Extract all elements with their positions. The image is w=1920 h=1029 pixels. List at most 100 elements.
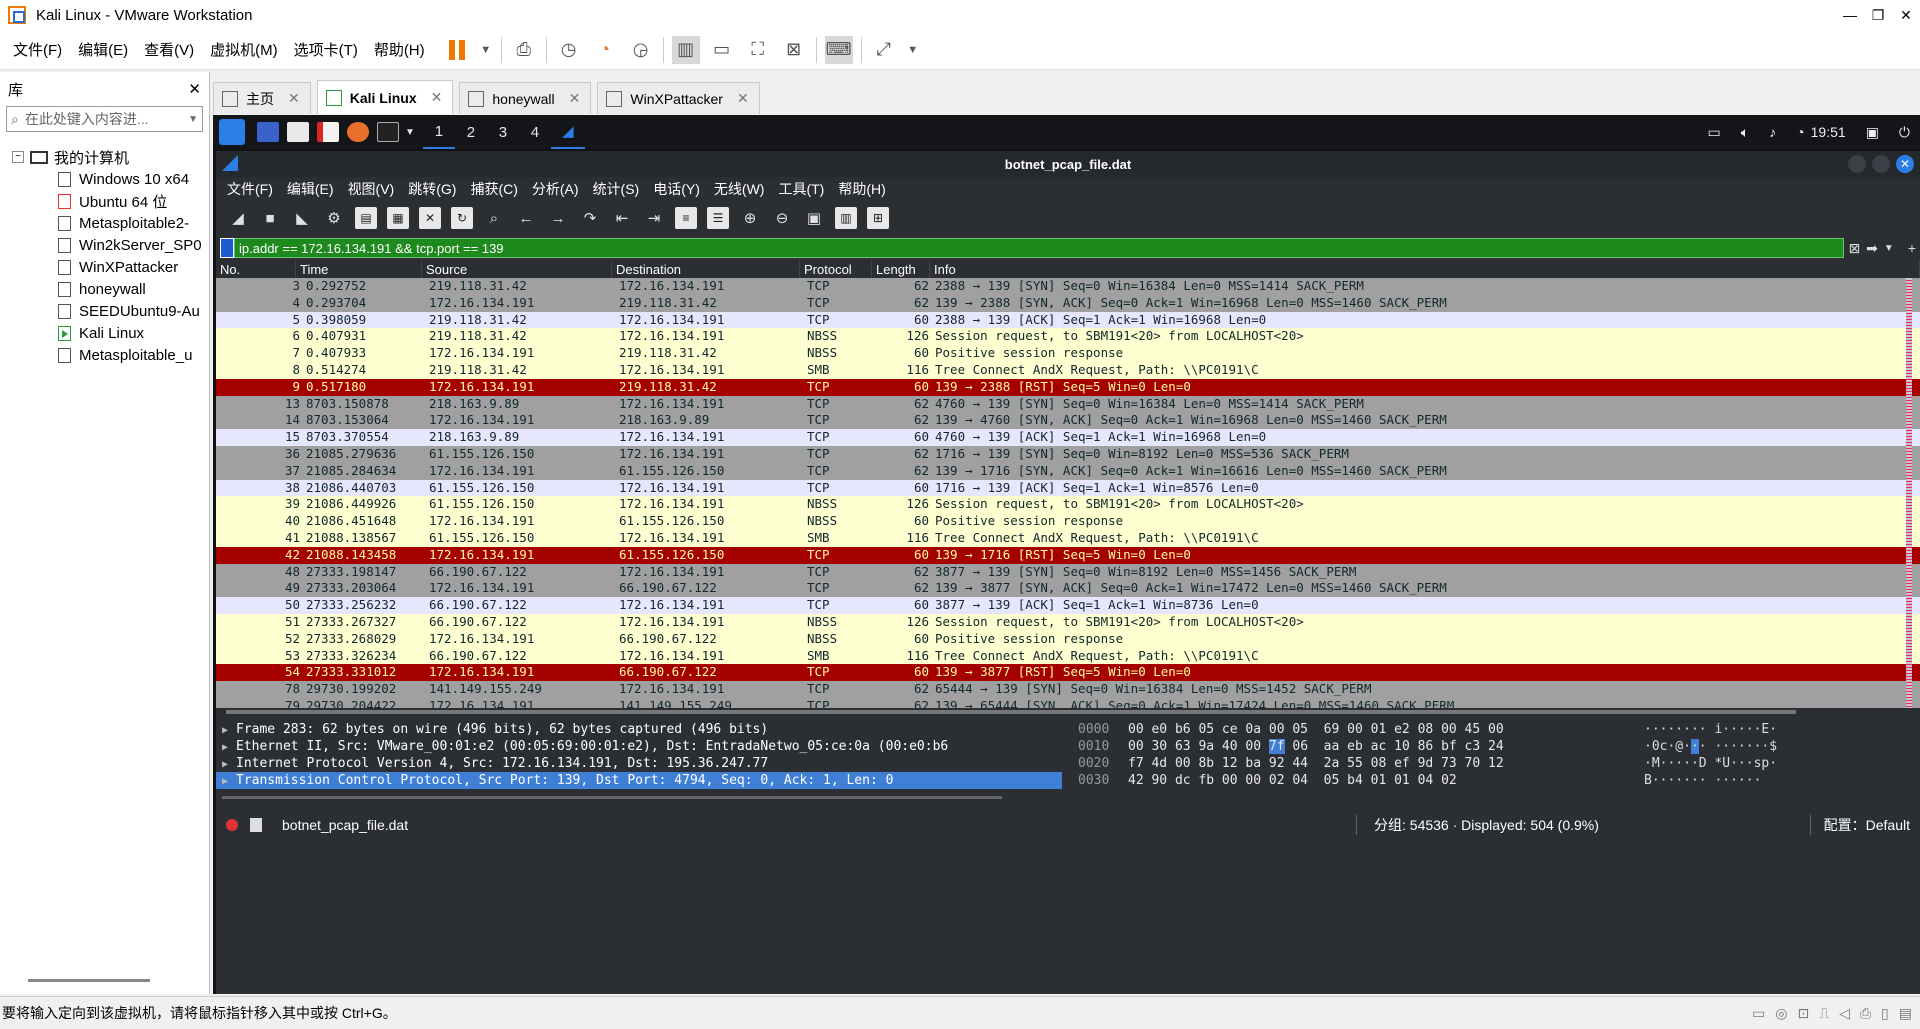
display-settings-icon[interactable]: ▯: [1881, 1005, 1889, 1022]
packet-row[interactable]: 14 8703.153064 172.16.134.191 218.163.9.89 T…: [216, 412, 1920, 430]
packet-row[interactable]: 13 8703.150878 218.163.9.89 172.16.134.191 T…: [216, 395, 1920, 413]
console-view-icon[interactable]: ⌨: [824, 35, 853, 64]
go-first-icon[interactable]: ⇤: [611, 207, 633, 229]
ws-menu-wireless[interactable]: 无线(W): [707, 179, 772, 199]
capture-options-icon[interactable]: ⚙: [323, 207, 345, 229]
close-library-icon[interactable]: ✕: [188, 80, 201, 98]
tab-home[interactable]: 主页 ✕: [213, 82, 311, 114]
ws-menu-view[interactable]: 视图(V): [341, 179, 402, 199]
menu-tabs[interactable]: 选项卡(T): [286, 39, 366, 60]
tab-honeywall[interactable]: honeywall ✕: [459, 82, 592, 114]
zoom-out-icon[interactable]: ⊖: [771, 207, 793, 229]
colorize-icon[interactable]: ☰: [707, 207, 729, 229]
stop-capture-icon[interactable]: ■: [259, 207, 281, 229]
tree-item-win2kserver[interactable]: Win2kServer_SP0: [0, 234, 209, 256]
packet-row[interactable]: 9 0.517180 172.16.134.191 219.118.31.42 TCP 6…: [216, 378, 1920, 396]
resize-columns-icon[interactable]: ▥: [835, 207, 857, 229]
start-capture-icon[interactable]: ◢: [227, 207, 249, 229]
expand-subtrees-icon[interactable]: ⊞: [867, 207, 889, 229]
packet-row[interactable]: 37 21085.284634 172.16.134.191 61.155.126.1…: [216, 462, 1920, 480]
packet-row[interactable]: 7 0.407933 172.16.134.191 219.118.31.42 NBSS…: [216, 345, 1920, 362]
guest-display[interactable]: ▼ 1 2 3 4 ◢ ▭ 🔈︎ ♪ ◔ 19:51 ▣ ⏻ botnet_pc…: [213, 115, 1920, 994]
packet-row[interactable]: 78 29730.199202 141.149.155.249 172.16.134.…: [216, 681, 1920, 698]
snapshot-manager-icon[interactable]: ◶: [627, 36, 655, 64]
auto-scroll-icon[interactable]: ≡: [675, 207, 697, 229]
menu-edit[interactable]: 编辑(E): [70, 39, 136, 60]
packet-row[interactable]: 50 27333.256232 66.190.67.122 172.16.134.19…: [216, 597, 1920, 614]
status-profile[interactable]: 配置：Default: [1824, 815, 1910, 835]
go-to-packet-icon[interactable]: ↷: [579, 207, 601, 229]
ws-menu-capture[interactable]: 捕获(C): [463, 179, 524, 199]
restore-icon[interactable]: ❐: [1864, 0, 1892, 30]
column-header-info[interactable]: Info: [930, 261, 1920, 278]
cd-rom-icon[interactable]: ◎: [1775, 1005, 1787, 1022]
column-header-no[interactable]: No.: [216, 261, 296, 278]
column-header-length[interactable]: Length: [872, 261, 930, 278]
expand-arrow-icon[interactable]: ▶: [222, 722, 236, 738]
display-icon[interactable]: ▭: [1708, 124, 1721, 141]
byte-ascii[interactable]: B······· ······: [1644, 772, 1761, 789]
tab-kali-linux[interactable]: Kali Linux ✕: [316, 80, 454, 114]
recent-filters-icon[interactable]: ▼: [1884, 243, 1894, 254]
search-input[interactable]: 在此处键入内容进...: [25, 109, 188, 129]
column-header-source[interactable]: Source: [422, 261, 612, 278]
menu-help[interactable]: 帮助(H): [366, 39, 433, 60]
workspace-1[interactable]: 1: [422, 115, 455, 149]
open-file-icon[interactable]: ▤: [355, 207, 377, 229]
usb-icon[interactable]: ⎍: [1819, 1005, 1829, 1022]
packet-row[interactable]: 49 27333.203064 172.16.134.191 66.190.67.12…: [216, 580, 1920, 598]
packet-row[interactable]: 15 8703.370554 218.163.9.89 172.16.134.191 T…: [216, 429, 1920, 446]
packet-list[interactable]: No. Time Source Destination Protocol Len…: [216, 261, 1920, 716]
packet-row[interactable]: 3 0.292752 219.118.31.42 172.16.134.191 TCP 6…: [216, 278, 1920, 295]
find-packet-icon[interactable]: ⌕: [483, 207, 505, 229]
ws-menu-help[interactable]: 帮助(H): [831, 179, 892, 199]
taskbar-wireshark-icon[interactable]: ◢: [550, 115, 585, 149]
tree-item-windows-10[interactable]: Windows 10 x64: [0, 168, 209, 190]
go-forward-icon[interactable]: →: [547, 207, 569, 229]
close-icon[interactable]: ✕: [1896, 155, 1914, 173]
kali-menu-icon[interactable]: [219, 119, 245, 145]
message-log-icon[interactable]: ▤: [1899, 1005, 1912, 1022]
capture-comment-icon[interactable]: [250, 818, 262, 832]
expand-arrow-icon[interactable]: ▶: [222, 773, 236, 789]
packet-row[interactable]: 42 21088.143458 172.16.134.191 61.155.126.1…: [216, 546, 1920, 564]
snapshot-icon[interactable]: ◷: [555, 36, 583, 64]
tree-item-winxpattacker[interactable]: WinXPattacker: [0, 256, 209, 278]
packet-row[interactable]: 39 21086.449926 61.155.126.150 172.16.134.1…: [216, 496, 1920, 514]
byte-ascii[interactable]: ·M·····D *U···sp·: [1644, 755, 1777, 772]
printer-icon[interactable]: ⎙: [1860, 1005, 1871, 1022]
collapse-icon[interactable]: −: [12, 151, 24, 163]
stretch-dropdown-icon[interactable]: ▼: [906, 36, 920, 64]
go-back-icon[interactable]: ←: [515, 207, 537, 229]
packet-row[interactable]: 38 21086.440703 61.155.126.150 172.16.134.1…: [216, 479, 1920, 497]
tree-item-metasploitable-u[interactable]: Metasploitable_u: [0, 344, 209, 366]
packet-row[interactable]: 52 27333.268029 172.16.134.191 66.190.67.12…: [216, 630, 1920, 648]
column-header-protocol[interactable]: Protocol: [800, 261, 872, 278]
byte-hex[interactable]: f7 4d 00 8b 12 ba 92 44 2a 55 08 ef 9d 7…: [1128, 755, 1644, 772]
workspace-4[interactable]: 4: [519, 115, 551, 149]
search-dropdown-icon[interactable]: ▼: [188, 114, 198, 125]
tree-item-kali-linux[interactable]: Kali Linux: [0, 322, 209, 344]
revert-snapshot-icon[interactable]: ◔: [591, 36, 619, 64]
go-last-icon[interactable]: ⇥: [643, 207, 665, 229]
filter-bookmark-icon[interactable]: [220, 238, 234, 258]
power-icon[interactable]: ⏻: [1899, 124, 1910, 141]
byte-hex[interactable]: 42 90 dc fb 00 00 02 04 05 b4 01 01 04 0…: [1128, 772, 1644, 789]
unity-icon[interactable]: ⊠: [780, 36, 808, 64]
packet-row[interactable]: 36 21085.279636 61.155.126.150 172.16.134.1…: [216, 445, 1920, 463]
byte-ascii[interactable]: ·0c·@··· ·······$: [1644, 738, 1777, 755]
packet-row[interactable]: 5 0.398059 219.118.31.42 172.16.134.191 TCP 6…: [216, 311, 1920, 329]
launcher-dropdown-icon[interactable]: ▼: [405, 127, 415, 138]
thumbnail-bar-icon[interactable]: ▭: [708, 36, 736, 64]
packet-row[interactable]: 41 21088.138567 61.155.126.150 172.16.134.1…: [216, 529, 1920, 547]
detail-frame[interactable]: ▶ Frame 283: 62 bytes on wire (496 bits),…: [216, 721, 1068, 738]
volume-icon[interactable]: 🔈︎: [1741, 124, 1749, 141]
detail-tcp[interactable]: ▶ Transmission Control Protocol, Src Port…: [216, 772, 1062, 789]
notification-icon[interactable]: ♪: [1769, 124, 1776, 140]
column-header-time[interactable]: Time: [296, 261, 422, 278]
normal-size-icon[interactable]: ▣: [803, 207, 825, 229]
tree-item-honeywall[interactable]: honeywall: [0, 278, 209, 300]
byte-ascii[interactable]: ········ i·····E·: [1644, 721, 1777, 738]
show-library-icon[interactable]: ▥: [671, 35, 700, 64]
clear-filter-icon[interactable]: ⊠: [1848, 240, 1860, 257]
